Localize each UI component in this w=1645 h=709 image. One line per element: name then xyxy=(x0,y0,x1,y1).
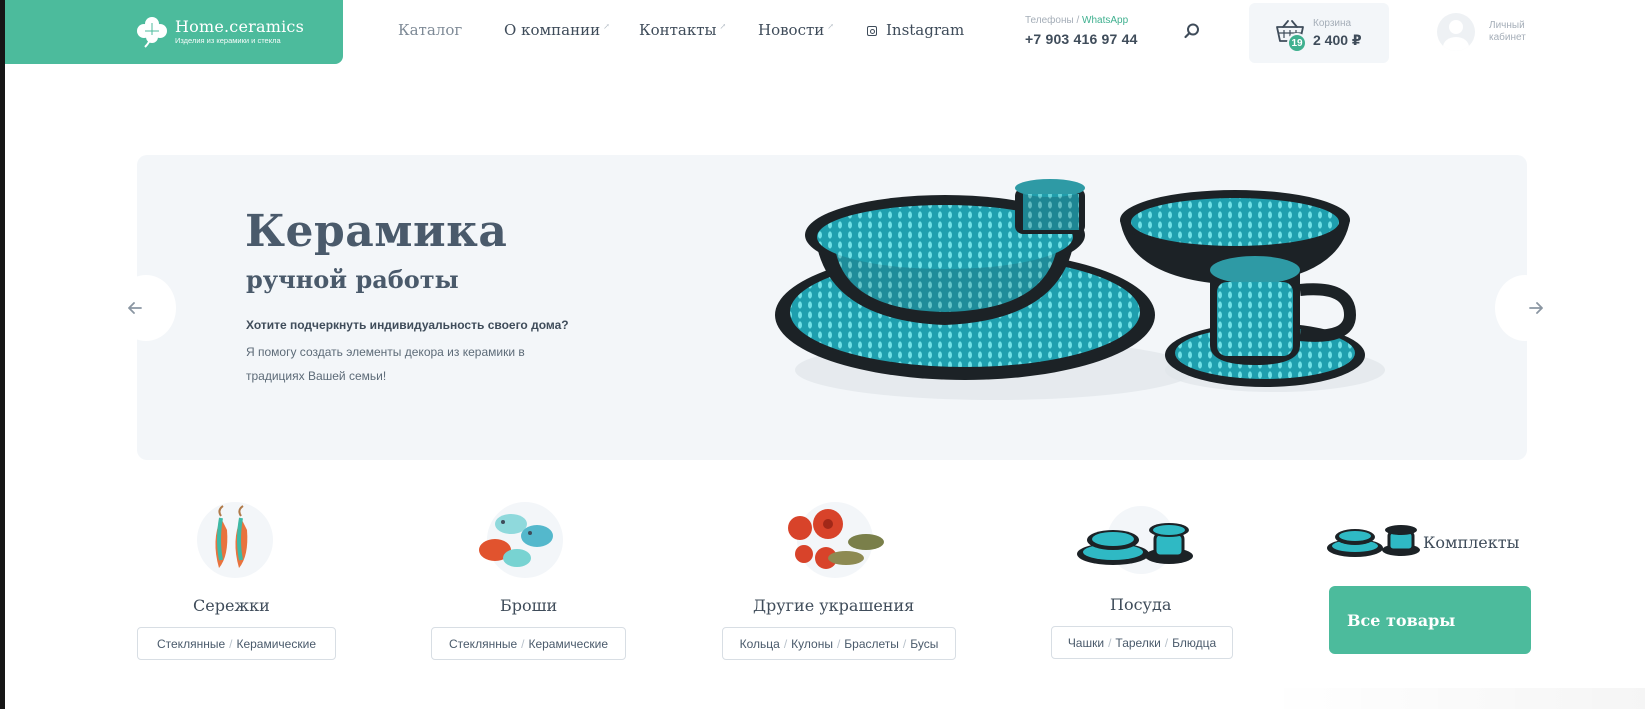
chip-separator: / xyxy=(783,636,788,651)
chip-ceramic[interactable]: Керамические xyxy=(528,637,608,651)
cart-label: Корзина xyxy=(1313,17,1352,29)
earrings-image xyxy=(197,502,273,578)
logo-text: Home.ceramics Изделия из керамики и стек… xyxy=(175,18,304,46)
clover-logo-icon xyxy=(135,15,169,49)
chip-ceramic[interactable]: Керамические xyxy=(236,637,316,651)
account-label: Личный кабинет xyxy=(1489,20,1526,43)
chip-separator: / xyxy=(229,636,233,651)
phone-block: Телефоны / WhatsApp +7 903 416 97 44 xyxy=(1025,15,1138,47)
phone-label: Телефоны / WhatsApp xyxy=(1025,15,1138,27)
chip-separator: / xyxy=(902,636,907,651)
page: Home.ceramics Изделия из керамики и стек… xyxy=(5,0,1645,709)
nav-contacts[interactable]: Контакты ↗ xyxy=(639,21,726,39)
chip-plates[interactable]: Тарелки xyxy=(1115,636,1160,650)
tableware-image xyxy=(1077,506,1193,574)
chip-saucers[interactable]: Блюдца xyxy=(1172,636,1216,650)
chip-rings[interactable]: Кольца xyxy=(740,637,780,651)
category-title-tableware[interactable]: Посуда xyxy=(1110,595,1171,614)
nav-instagram-label: Instagram xyxy=(886,21,965,39)
whatsapp-link[interactable]: WhatsApp xyxy=(1082,15,1128,26)
hero-text: Я помогу создать элементы декора из кера… xyxy=(246,345,525,383)
category-chips-earrings: Стеклянные / Керамические xyxy=(137,627,336,660)
nav-instagram[interactable]: Instagram xyxy=(867,21,964,39)
category-chips-other-jewelry: Кольца / Кулоны / Браслеты / Бусы xyxy=(722,627,956,660)
category-chips-brooches: Стеклянные / Керамические xyxy=(431,627,626,660)
hero-title: Керамика xyxy=(245,206,508,257)
category-chips-tableware: Чашки / Тарелки / Блюдца xyxy=(1051,626,1233,659)
logo[interactable]: Home.ceramics Изделия из керамики и стек… xyxy=(5,0,343,64)
chip-separator: / xyxy=(836,636,841,651)
category-title-kits[interactable]: Комплекты xyxy=(1423,533,1519,552)
category-title-other-jewelry[interactable]: Другие украшения xyxy=(753,596,914,615)
avatar-icon xyxy=(1437,13,1475,51)
search-icon xyxy=(1184,23,1199,39)
logo-title: Home.ceramics xyxy=(175,17,304,36)
category-title-earrings[interactable]: Сережки xyxy=(193,596,270,615)
phone-number[interactable]: +7 903 416 97 44 xyxy=(1025,31,1138,47)
chip-separator: / xyxy=(521,636,525,651)
external-link-icon: ↗ xyxy=(603,22,610,31)
basket-icon: 19 xyxy=(1275,19,1307,53)
slider-next-button[interactable] xyxy=(1495,275,1555,341)
chip-separator: / xyxy=(1164,635,1169,650)
chip-glass[interactable]: Стеклянные xyxy=(157,637,225,651)
logo-subtitle: Изделия из керамики и стекла xyxy=(175,36,281,45)
nav-about-label: О компании xyxy=(504,21,601,39)
category-title-brooches[interactable]: Броши xyxy=(500,596,557,615)
cart-info: Корзина 2 400 ₽ xyxy=(1313,18,1362,49)
slider-prev-button[interactable] xyxy=(116,275,176,341)
hero-lead: Хотите подчеркнуть индивидуальность свое… xyxy=(246,318,569,332)
chip-cups[interactable]: Чашки xyxy=(1068,636,1104,650)
arrow-right-icon xyxy=(1529,302,1543,314)
hero-subtitle: ручной работы xyxy=(246,265,459,294)
nav-contacts-label: Контакты xyxy=(639,21,717,39)
nav-news[interactable]: Новости ↗ xyxy=(758,21,834,39)
all-goods-button[interactable]: Все товары xyxy=(1329,586,1531,654)
cart-button[interactable]: 19 Корзина 2 400 ₽ xyxy=(1249,3,1389,63)
nav-news-label: Новости xyxy=(758,21,825,39)
chip-bracelets[interactable]: Браслеты xyxy=(844,637,899,651)
hero-ceramics-image xyxy=(775,179,1385,400)
external-link-icon: ↗ xyxy=(719,22,727,31)
kits-image xyxy=(1327,525,1420,557)
nav-catalog-label: Каталог xyxy=(398,21,463,39)
nav-catalog[interactable]: Каталог xyxy=(398,21,462,39)
nav-about[interactable]: О компании ↗ xyxy=(504,21,610,39)
instagram-icon xyxy=(867,26,877,36)
chip-beads[interactable]: Бусы xyxy=(910,637,938,651)
chip-glass[interactable]: Стеклянные xyxy=(449,637,517,651)
search-button[interactable] xyxy=(1183,22,1201,40)
chip-separator: / xyxy=(1108,635,1112,650)
external-link-icon: ↗ xyxy=(827,22,834,31)
cart-sum: 2 400 ₽ xyxy=(1313,31,1362,48)
bottom-fade xyxy=(1265,688,1645,709)
chip-pendants[interactable]: Кулоны xyxy=(791,637,833,651)
other-jewelry-image xyxy=(788,502,884,578)
cart-count-badge: 19 xyxy=(1287,33,1307,53)
account-link[interactable]: Личный кабинет xyxy=(1437,13,1531,51)
phone-label-prefix: Телефоны / xyxy=(1025,15,1083,26)
brooches-image xyxy=(479,502,563,578)
arrow-left-icon xyxy=(128,302,142,314)
